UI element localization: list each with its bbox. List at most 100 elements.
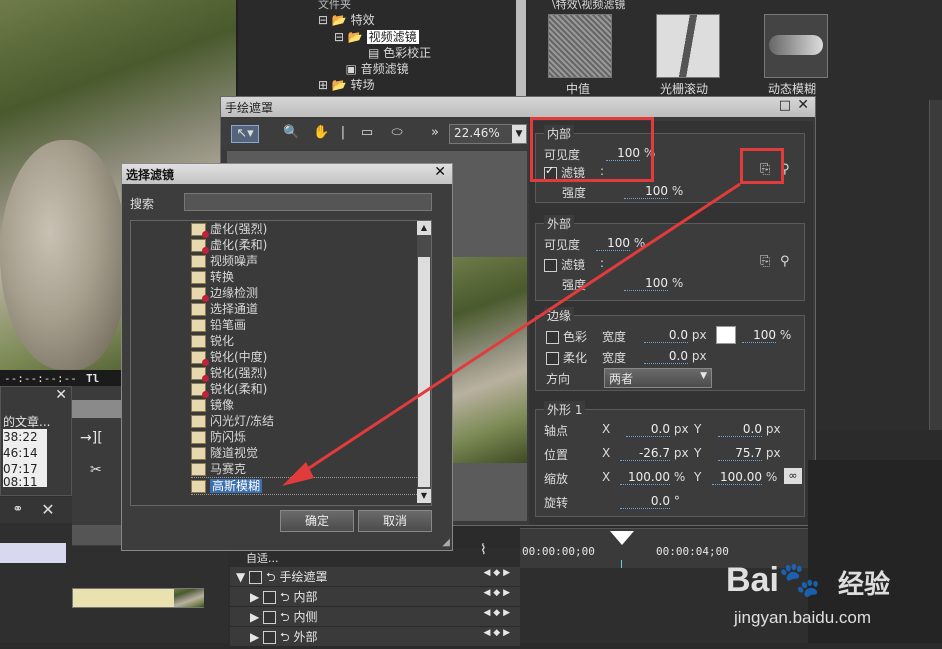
filter-list-scrollbar[interactable]: ▲ ▼ (417, 221, 431, 503)
filter-list-item[interactable]: 虚化(柔和) (191, 237, 419, 254)
tree-item-transition[interactable]: ⊞ 📂 转场 (318, 77, 375, 93)
outer-filter-settings-icon[interactable]: ⚲ (780, 254, 790, 269)
edge-direction-select[interactable]: 两者 ▼ (604, 368, 712, 388)
list-item[interactable]: 46:14 (3, 445, 47, 461)
pointer-tool-icon[interactable]: ↖▾ (231, 125, 259, 143)
list-item[interactable]: 07:17 (3, 461, 47, 477)
filter-list-item[interactable]: 铅笔画 (191, 317, 419, 333)
list-item[interactable]: 38:22 (3, 429, 47, 445)
filter-list-item[interactable]: 边缘检测 (191, 285, 419, 302)
edge-color-checkbox[interactable]: 色彩 (546, 328, 587, 345)
filter-list-item[interactable]: 视频噪声 (191, 253, 419, 269)
hand-tool-icon[interactable]: ✋ (313, 125, 329, 141)
edge-color-opacity-input[interactable]: 100 (742, 328, 776, 343)
track-outer[interactable]: ▶ ⮌ 外部 ◀ ◆ ▶ (230, 627, 520, 647)
scroll-up-icon[interactable]: ▲ (417, 221, 431, 235)
close-icon[interactable]: ✕ (797, 97, 809, 113)
scale-x-input[interactable]: 100.00 (620, 470, 670, 485)
filter-list-item[interactable]: 高斯模糊 (191, 477, 419, 495)
filter-list-item[interactable]: 锐化(强烈) (191, 365, 419, 382)
edge-color-width-input[interactable]: 0.0 (644, 328, 688, 343)
filter-icon (191, 463, 206, 476)
track-inside[interactable]: ▶ ⮌ 内侧 ◀ ◆ ▶ (230, 607, 520, 627)
checkbox-unchecked (544, 259, 557, 272)
thumb-motion-blur[interactable] (764, 14, 828, 78)
zoom-tool-icon[interactable]: 🔍 (283, 125, 299, 141)
timeline-mode[interactable]: 自适... (246, 550, 279, 566)
filter-list-item[interactable]: 隧道视觉 (191, 445, 419, 461)
filter-icon (191, 287, 209, 302)
close-icon[interactable]: ✕ (434, 164, 446, 180)
tree-item-color-correct[interactable]: ▤ 色彩校正 (368, 45, 431, 61)
outer-strength-input[interactable]: 100 (624, 276, 668, 291)
filter-list-item[interactable]: 转换 (191, 269, 419, 285)
highlight-inner-section (530, 117, 654, 182)
filter-list-item[interactable]: 锐化(柔和) (191, 381, 419, 398)
rect-tool-icon[interactable]: ▭ (357, 125, 377, 141)
ok-button[interactable]: 确定 (280, 510, 354, 532)
filter-icon (191, 239, 209, 254)
ellipse-tool-icon[interactable]: ⬭ (387, 125, 407, 141)
more-tools-icon[interactable]: » (427, 125, 443, 141)
graph-icon[interactable]: ⌇ (480, 542, 487, 558)
rotate-input[interactable]: 0.0 (620, 494, 670, 509)
axis-x-input[interactable]: 0.0 (626, 422, 670, 437)
filter-list-item[interactable]: 闪光灯/冻结 (191, 413, 419, 429)
thumb-motion-blur-label: 动态模糊 (768, 82, 817, 96)
delete-icon[interactable]: ✕ (40, 502, 56, 518)
axis-y-input[interactable]: 0.0 (718, 422, 762, 437)
tree-item-effects[interactable]: ⊟ 📂 特效 (318, 12, 375, 28)
filter-icon (191, 431, 206, 444)
outer-filter-checkbox[interactable]: 滤镜 (544, 256, 585, 273)
scroll-down-icon[interactable]: ▼ (417, 489, 431, 503)
search-input[interactable] (184, 193, 432, 211)
filter-item-label: 视频噪声 (210, 254, 259, 268)
tree-item-audio-filter[interactable]: ▣ 音频滤镜 (334, 61, 408, 77)
outer-visibility-input[interactable]: 100 (596, 236, 630, 251)
track-mask[interactable]: ▼ ⮌ 手绘遮罩 ◀ ◆ ▶ (230, 567, 520, 587)
filter-item-label: 转换 (210, 270, 235, 284)
zoom-select[interactable]: 22.46% ▼ (449, 124, 527, 144)
left-highlight-bar (0, 543, 66, 563)
cancel-button[interactable]: 取消 (358, 510, 432, 532)
filter-list-item[interactable]: 锐化 (191, 333, 419, 349)
outer-filter-select-icon[interactable]: ⎘ (760, 254, 770, 269)
filter-list-item[interactable]: 镜像 (191, 397, 419, 413)
left-list-close-icon[interactable]: ✕ (55, 387, 67, 403)
filter-list-item[interactable]: 防闪烁 (191, 429, 419, 445)
thumb-median[interactable] (548, 14, 612, 78)
link-scale-icon[interactable]: ∞ (784, 468, 802, 484)
list-item[interactable]: 08:11 (3, 477, 47, 487)
filter-list-item[interactable]: 选择通道 (191, 301, 419, 317)
scroll-thumb[interactable] (418, 257, 430, 487)
tree-item-video-filter[interactable]: ⊟ 📂 视频滤镜 (334, 29, 419, 45)
link-icon[interactable]: ⚭ (10, 502, 26, 518)
edge-soft-width-input[interactable]: 0.0 (644, 349, 688, 364)
filter-list: 虚化(强烈) 虚化(柔和) 视频噪声 转换 边缘检测 选择通道 铅笔画 锐化 锐化(中度) 锐化(… (130, 220, 432, 506)
thumbs-path: \特效\视频滤镜 (552, 0, 626, 11)
line-tool-icon[interactable]: | (335, 125, 351, 141)
tree-scrollbar[interactable] (516, 0, 526, 98)
watermark-brand: Bai🐾 (726, 561, 822, 599)
thumb-raster-scroll[interactable] (656, 14, 720, 78)
pos-y-input[interactable]: 75.7 (718, 446, 762, 461)
resize-grip-icon[interactable]: ◢ (442, 537, 450, 548)
maximize-icon[interactable]: □ (779, 98, 791, 113)
thumbs-scrollbar[interactable] (929, 100, 942, 430)
scale-y-input[interactable]: 100.00 (712, 470, 762, 485)
filter-item-label: 选择通道 (210, 302, 259, 316)
filter-list-item[interactable]: 锐化(中度) (191, 349, 419, 366)
inner-strength-input[interactable]: 100 (624, 184, 668, 199)
edge-color-swatch[interactable] (716, 326, 736, 344)
track-inner[interactable]: ▶ ⮌ 内部 ◀ ◆ ▶ (230, 587, 520, 607)
filter-list-item[interactable]: 马赛克 (191, 461, 419, 477)
pos-x-input[interactable]: -26.7 (620, 446, 670, 461)
edge-soft-checkbox[interactable]: 柔化 (546, 349, 587, 366)
chevron-down-icon: ▼ (700, 371, 707, 381)
playhead[interactable] (610, 531, 634, 545)
shape-section: 外形 1 轴点 X 0.0 px Y 0.0 px 位置 X -26.7 px … (535, 401, 805, 517)
filter-item-label: 镜像 (210, 398, 235, 412)
cut-icon[interactable]: ✂ (90, 462, 102, 478)
trim-icon[interactable]: →][ (80, 430, 103, 446)
filter-list-item[interactable]: 虚化(强烈) (191, 221, 419, 238)
